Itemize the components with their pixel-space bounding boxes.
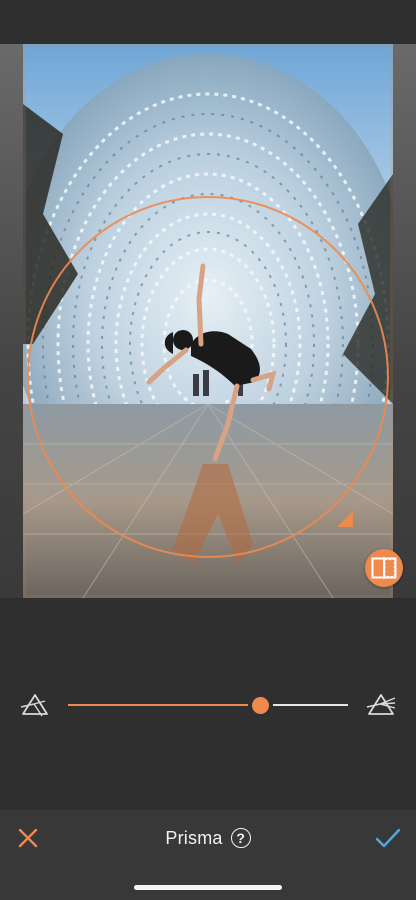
prism-min-icon (20, 694, 48, 717)
tool-title: Prisma (165, 827, 223, 848)
compare-icon (371, 557, 397, 579)
compare-button[interactable] (365, 549, 403, 587)
photo-edge-right (393, 44, 416, 598)
slider-track-filled[interactable] (68, 704, 248, 706)
slider-thumb[interactable] (252, 697, 269, 714)
status-bar (0, 0, 416, 44)
tool-title-group: Prisma ? (0, 826, 416, 850)
photo-image (23, 44, 393, 598)
slider-track-remaining[interactable] (273, 704, 348, 706)
confirm-button[interactable] (374, 826, 402, 850)
photo-preview[interactable] (23, 44, 393, 598)
photo-edge-left (0, 44, 23, 598)
help-icon[interactable]: ? (230, 828, 251, 848)
prism-max-icon (366, 694, 396, 715)
checkmark-icon (375, 828, 401, 848)
home-indicator (134, 885, 282, 890)
